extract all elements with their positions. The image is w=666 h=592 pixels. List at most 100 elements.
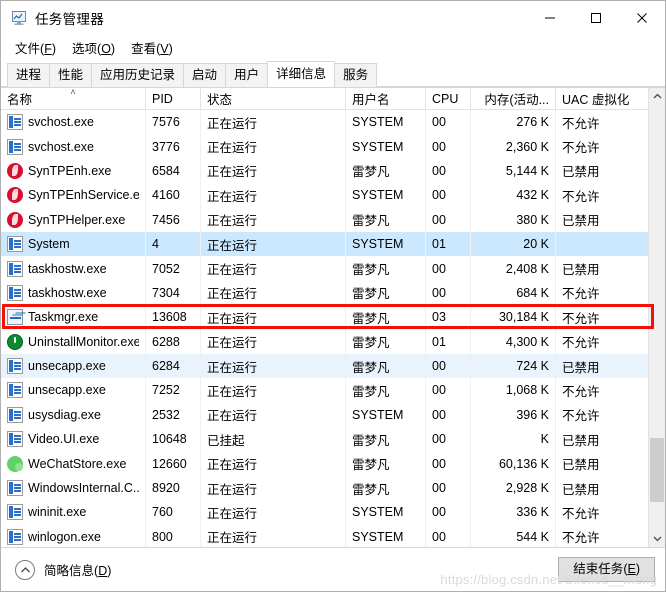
menu-item-view[interactable]: 查看(V) <box>124 36 182 59</box>
table-row[interactable]: SynTPEnhService.exe 4160正在运行SYSTEM00432 K… <box>1 183 665 208</box>
scrollbar-thumb[interactable] <box>650 438 664 502</box>
exe-icon <box>7 480 23 497</box>
cell-pid: 3776 <box>146 134 201 159</box>
cell-status: 正在运行 <box>201 110 346 135</box>
cell-username: 雷梦凡 <box>346 427 426 452</box>
cell-username: 雷梦凡 <box>346 256 426 281</box>
cell-process-name: wininit.exe <box>1 500 146 525</box>
process-table: ˄ 名称 PID 状态 用户名 CPU 内存(活动... UAC 虚拟化 svc… <box>1 87 665 547</box>
table-row[interactable]: taskhostw.exe 7304 正在运行 雷梦凡 00 684 K 不允许 <box>1 280 665 306</box>
cell-process-name: Video.UI.exe <box>1 427 146 452</box>
cell-process-name: taskhostw.exe <box>1 256 146 281</box>
table-row[interactable]: unsecapp.exe 7252 正在运行 雷梦凡 00 1,068 K 不允许 <box>1 378 665 403</box>
table-row[interactable]: winlogon.exe 800 正在运行 SYSTEM 00 544 K 不允许 <box>1 524 665 547</box>
process-name-label: unsecapp.exe <box>28 359 106 374</box>
menu-item-file[interactable]: 文件(F) <box>8 36 65 59</box>
column-header-username[interactable]: 用户名 <box>346 88 426 109</box>
cell-uac: 已禁用 <box>562 360 600 375</box>
table-row[interactable]: unsecapp.exe 6284 正在运行 雷梦凡 00 724 K 已禁用 <box>1 353 665 379</box>
exe-icon <box>7 431 23 448</box>
table-row[interactable]: usysdiag.exe 2532 正在运行 SYSTEM 00 396 K 不允许 <box>1 402 665 428</box>
table-rows-viewport: svchost.exe 7576 正在运行 SYSTEM 00 276 K 不允许 svcho… <box>1 110 665 547</box>
cell-pid: 7052 <box>146 256 201 281</box>
task-manager-window: 任务管理器 文件(F) 选项(O) 查看(V) 进程 性能 应用历史记录 启动 … <box>0 0 666 592</box>
synaptics-icon <box>7 211 23 228</box>
exe-icon <box>7 260 23 277</box>
vertical-scrollbar[interactable] <box>648 88 665 547</box>
minimize-button[interactable] <box>527 1 573 35</box>
tab-strip: 进程 性能 应用历史记录 启动 用户 详细信息 服务 <box>1 59 665 87</box>
column-header-name[interactable]: ˄ 名称 <box>1 88 146 109</box>
process-name-label: svchost.exe <box>28 115 95 130</box>
column-header-cpu[interactable]: CPU <box>426 88 471 109</box>
cell-status: 正在运行 <box>201 207 346 232</box>
sort-ascending-icon: ˄ <box>70 88 76 97</box>
maximize-button[interactable] <box>573 1 619 35</box>
tab-performance[interactable]: 性能 <box>49 63 93 87</box>
cell-username: SYSTEM <box>346 110 426 135</box>
table-row[interactable]: System 4 正在运行 SYSTEM 01 20 K <box>1 231 665 257</box>
cell-process-name: Taskmgr.exe <box>1 305 146 330</box>
end-task-acc: E <box>627 562 636 576</box>
power-green-icon <box>7 333 23 350</box>
end-task-button[interactable]: 结束任务(E) <box>558 557 655 582</box>
close-button[interactable] <box>619 1 665 35</box>
cell-uac: 不允许 <box>562 506 600 521</box>
cell-memory: 20 K <box>471 231 556 257</box>
cell-pid: 10648 <box>146 427 201 452</box>
process-name-label: taskhostw.exe <box>28 261 107 276</box>
table-row[interactable]: UninstallMonitor.exe 6288 正在运行 雷梦凡 01 4,300 K… <box>1 329 665 354</box>
tab-services[interactable]: 服务 <box>334 63 378 87</box>
process-name-label: wininit.exe <box>28 505 87 520</box>
column-header-status[interactable]: 状态 <box>201 88 346 109</box>
footer-bar: 简略信息(D) 结束任务(E) https://blog.csdn.net/Si… <box>1 547 665 591</box>
tab-details[interactable]: 详细信息 <box>267 61 336 87</box>
table-row[interactable]: taskhostw.exe 7052 正在运行 雷梦凡 00 2,408 K 已禁用 <box>1 256 665 281</box>
tab-app-history[interactable]: 应用历史记录 <box>91 63 185 87</box>
cell-pid: 8920 <box>146 475 201 501</box>
tab-users[interactable]: 用户 <box>225 63 269 87</box>
tab-startup[interactable]: 启动 <box>183 63 227 87</box>
menu-item-options-text: 选项 <box>72 41 98 56</box>
menu-item-options[interactable]: 选项(O) <box>65 36 124 59</box>
table-row[interactable]: Taskmgr.exe 13608 正在运行 雷梦凡 03 30,184 K 不允许 <box>1 305 665 330</box>
cell-status: 已挂起 <box>201 427 346 452</box>
table-row[interactable]: svchost.exe 7576 正在运行 SYSTEM 00 276 K 不允许 <box>1 110 665 135</box>
table-row[interactable]: SynTPHelper.exe 7456 正在运行 雷梦凡 00 380 K 已禁用 <box>1 207 665 232</box>
cell-uac: 不允许 <box>562 141 600 156</box>
table-row[interactable]: svchost.exe 3776 正在运行 SYSTEM 00 2,360 K 不允许 <box>1 134 665 159</box>
cell-cpu: 00 <box>426 353 471 379</box>
table-row[interactable]: WeChatStore.exe 12660 正在运行 雷梦凡 00 60,136 K 已禁用 <box>1 451 665 476</box>
table-row[interactable]: Video.UI.exe 10648 已挂起 雷梦凡 00 K 已禁用 <box>1 427 665 452</box>
table-row[interactable]: WindowsInternal.C... 8920 正在运行 雷梦凡 00 2,928 K… <box>1 475 665 501</box>
tab-processes[interactable]: 进程 <box>7 63 51 87</box>
column-header-memory[interactable]: 内存(活动... <box>471 88 556 109</box>
process-name-label: SynTPHelper.exe <box>28 212 126 227</box>
cell-memory: 544 K <box>471 524 556 547</box>
menu-item-options-acc: O <box>101 41 111 56</box>
scrollbar-track[interactable] <box>649 105 665 530</box>
column-header-pid[interactable]: PID <box>146 88 201 109</box>
cell-username: SYSTEM <box>346 500 426 525</box>
cell-process-name: SynTPHelper.exe <box>1 207 146 232</box>
cell-pid: 6284 <box>146 353 201 379</box>
cell-cpu: 01 <box>426 231 471 257</box>
cell-username: SYSTEM <box>346 524 426 547</box>
scroll-down-arrow-icon[interactable] <box>649 530 665 547</box>
column-header-uac[interactable]: UAC 虚拟化 <box>556 88 649 109</box>
cell-cpu: 00 <box>426 475 471 501</box>
cell-process-name: usysdiag.exe <box>1 402 146 428</box>
cell-uac: 已禁用 <box>562 165 600 180</box>
scroll-up-arrow-icon[interactable] <box>649 88 665 105</box>
cell-cpu: 00 <box>426 451 471 476</box>
table-row[interactable]: SynTPEnh.exe 6584 正在运行 雷梦凡 00 5,144 K 已禁用 <box>1 158 665 184</box>
fewer-details-button[interactable]: 简略信息(D) <box>15 559 111 580</box>
process-name-label: UninstallMonitor.exe <box>28 334 139 349</box>
window-title: 任务管理器 <box>35 12 104 27</box>
cell-username: 雷梦凡 <box>346 378 426 403</box>
cell-memory: 2,360 K <box>471 134 556 159</box>
wechat-icon <box>7 455 23 472</box>
cell-process-name: svchost.exe <box>1 134 146 159</box>
table-row[interactable]: wininit.exe 760 正在运行 SYSTEM 00 336 K 不允许 <box>1 500 665 525</box>
process-name-label: taskhostw.exe <box>28 285 107 300</box>
